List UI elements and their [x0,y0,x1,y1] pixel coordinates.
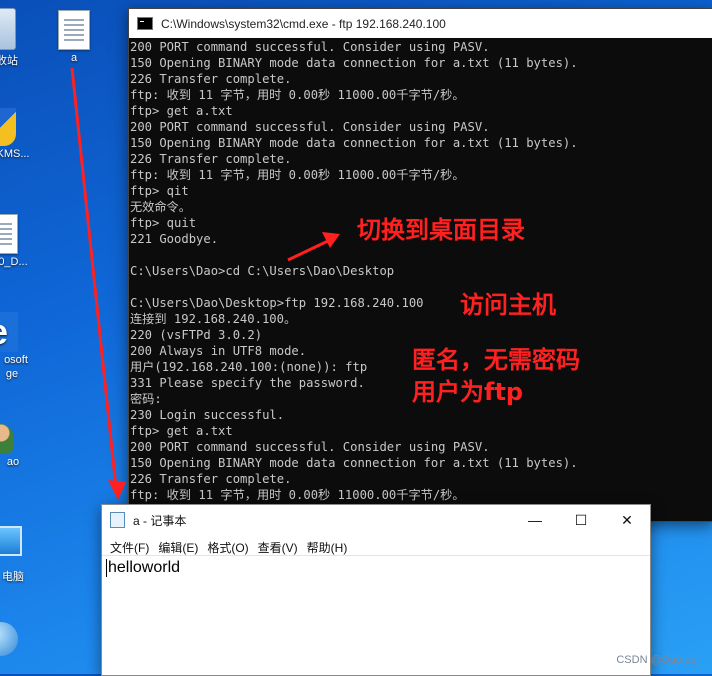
console-line: 150 Opening BINARY mode data connection … [130,56,578,70]
document-icon [0,214,18,254]
desktop-icon-edge[interactable]: e osoft ge [0,312,30,380]
desktop-icon-label: KMS... [0,148,30,160]
console-line: 200 PORT command successful. Consider us… [130,440,490,454]
desktop-icon-user[interactable]: ao [0,424,30,468]
console-line: 无效命令。 [130,200,191,214]
console-line: 226 Transfer complete. [130,152,292,166]
close-button[interactable]: ✕ [604,505,650,535]
annotation-anonymous-1: 匿名，无需密码 [412,346,580,374]
menu-edit[interactable]: 编辑(E) [156,539,205,556]
desktop-icon-a-txt[interactable]: a [44,10,104,64]
desktop-icon-label: 电脑 [2,571,24,583]
desktop-icon-kms[interactable]: KMS... [0,108,30,160]
console-line: ftp> qit [130,184,189,198]
notepad-content: helloworld [108,559,181,577]
desktop-icon-network[interactable] [0,622,30,656]
console-line: 150 Opening BINARY mode data connection … [130,136,578,150]
edge-icon: e [0,312,18,352]
arrow-to-notepad [70,67,118,489]
console-line: C:\Users\Dao>cd C:\Users\Dao\Desktop [130,264,395,278]
desktop-icon-recycle-bin[interactable]: 收站 [0,8,30,68]
cmd-window[interactable]: C:\Windows\system32\cmd.exe - ftp 192.16… [128,8,712,522]
desktop-icon-label: 0_D... [0,256,28,268]
console-line: C:\Users\Dao\Desktop>ftp 192.168.240.100 [130,296,424,310]
notepad-window[interactable]: a - 记事本 — ☐ ✕ 文件(F) 编辑(E) 格式(O) 查看(V) 帮助… [101,504,651,676]
desktop-icon-document[interactable]: 0_D... [0,214,30,268]
notepad-icon [110,512,125,528]
desktop-icon-label: osoft [4,354,28,366]
notepad-menubar: 文件(F) 编辑(E) 格式(O) 查看(V) 帮助(H) [102,537,650,557]
menu-help[interactable]: 帮助(H) [305,539,355,556]
desktop-icon-label: a [70,52,78,64]
console-line: ftp> get a.txt [130,424,233,438]
console-line: 150 Opening BINARY mode data connection … [130,456,578,470]
console-line: 200 PORT command successful. Consider us… [130,40,490,54]
cmd-titlebar[interactable]: C:\Windows\system32\cmd.exe - ftp 192.16… [129,9,712,38]
console-line: ftp: 收到 11 字节，用时 0.00秒 11000.00千字节/秒。 [130,88,465,102]
console-line: 连接到 192.168.240.100。 [130,312,297,326]
menu-file[interactable]: 文件(F) [108,539,156,556]
console-line: ftp: 收到 11 字节，用时 0.00秒 11000.00千字节/秒。 [130,488,465,502]
text-file-icon [58,10,90,50]
annotation-visit-host: 访问主机 [460,291,556,319]
menu-view[interactable]: 查看(V) [256,539,305,556]
notepad-title: a - 记事本 [133,513,187,528]
globe-icon [0,622,18,656]
desktop-icon-this-pc[interactable]: 电脑 [0,526,30,584]
menu-format[interactable]: 格式(O) [205,539,255,556]
annotation-switch-dir: 切换到桌面目录 [357,216,525,244]
desktop-icon-label: ao [6,456,20,468]
console-line: 226 Transfer complete. [130,472,292,486]
cmd-icon [137,17,153,30]
recycle-bin-icon [0,8,16,50]
notepad-titlebar[interactable]: a - 记事本 — ☐ ✕ [102,505,650,535]
notepad-text-area[interactable]: helloworld [102,555,650,675]
shield-icon [0,108,16,146]
console-line: 226 Transfer complete. [130,72,292,86]
text-caret [106,559,107,577]
console-line: 200 PORT command successful. Consider us… [130,120,490,134]
console-line: 230 Login successful. [130,408,285,422]
computer-icon [0,526,22,556]
watermark: CSDN @Dao.zs [616,654,696,666]
desktop-icon-label: 收站 [0,55,18,67]
arrow-head [108,480,126,500]
annotation-anonymous-2: 用户为ftp [412,378,524,406]
console-line: ftp: 收到 11 字节，用时 0.00秒 11000.00千字节/秒。 [130,168,465,182]
cmd-console-output[interactable]: 200 PORT command successful. Consider us… [129,38,712,503]
console-line: 220 (vsFTPd 3.0.2) [130,328,263,342]
console-line: ftp> get a.txt [130,104,233,118]
cmd-title: C:\Windows\system32\cmd.exe - ftp 192.16… [161,16,446,31]
maximize-button[interactable]: ☐ [558,505,604,535]
desktop-icon-label: ge [5,368,19,380]
user-icon [0,424,14,454]
minimize-button[interactable]: — [512,505,558,535]
